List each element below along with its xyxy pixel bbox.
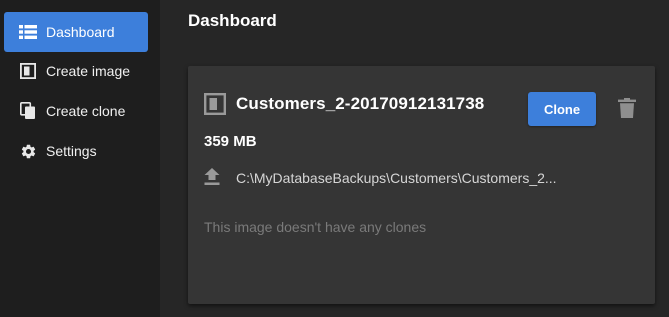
page-title: Dashboard xyxy=(188,11,277,30)
copy-icon xyxy=(19,102,37,120)
sidebar-item-dashboard[interactable]: Dashboard xyxy=(4,12,148,52)
sidebar-item-settings[interactable]: Settings xyxy=(4,131,148,171)
trash-icon[interactable] xyxy=(618,98,638,120)
list-icon xyxy=(19,23,37,41)
clone-button[interactable]: Clone xyxy=(528,92,596,126)
sidebar: Dashboard Create image Create clone Sett… xyxy=(0,0,160,317)
image-icon xyxy=(19,62,37,80)
sidebar-item-create-image[interactable]: Create image xyxy=(4,51,148,91)
gear-icon xyxy=(19,142,37,160)
image-path-row: C:\MyDatabaseBackups\Customers\Customers… xyxy=(204,168,557,188)
image-name: Customers_2-20170912131738 xyxy=(236,94,485,113)
sidebar-item-label: Create clone xyxy=(46,103,126,119)
sidebar-item-label: Create image xyxy=(46,63,131,79)
image-path: C:\MyDatabaseBackups\Customers\Customers… xyxy=(236,170,557,186)
upload-icon xyxy=(204,168,222,188)
image-card-header: Customers_2-20170912131738 xyxy=(204,93,485,116)
sidebar-item-label: Settings xyxy=(46,143,97,159)
no-clones-message: This image doesn't have any clones xyxy=(204,219,427,235)
sidebar-item-label: Dashboard xyxy=(46,24,115,40)
image-size: 359 MB xyxy=(204,133,257,150)
app-window: Dashboard Create image Create clone Sett… xyxy=(0,0,669,317)
sidebar-item-create-clone[interactable]: Create clone xyxy=(4,91,148,131)
image-card: Customers_2-20170912131738 Clone 359 MB … xyxy=(188,66,655,304)
image-icon xyxy=(204,93,227,116)
